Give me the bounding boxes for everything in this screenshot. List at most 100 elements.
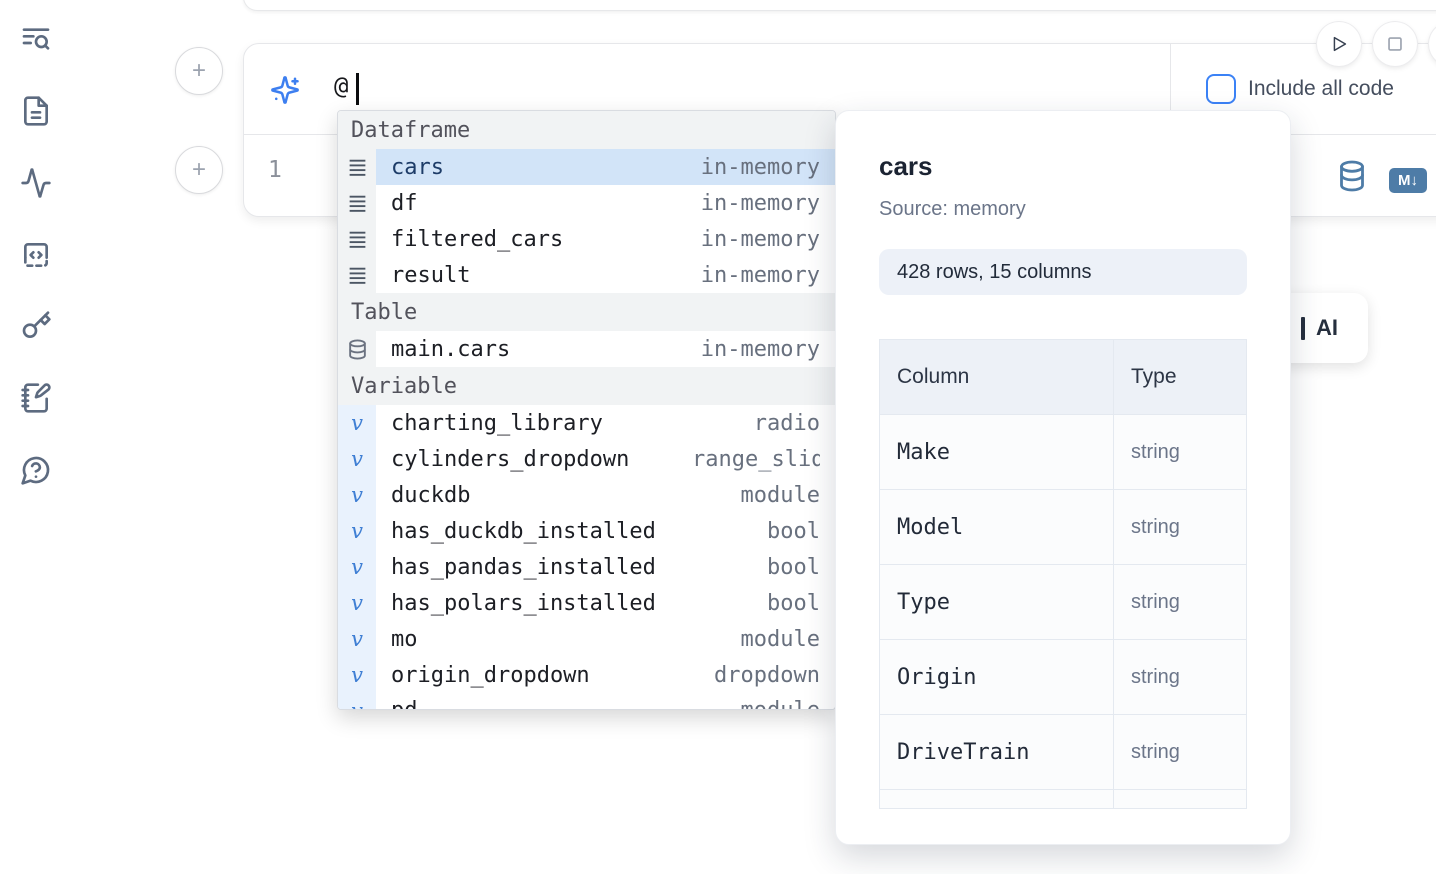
- search-notebook-icon[interactable]: [20, 23, 52, 55]
- cell-text: string: [1131, 516, 1180, 539]
- cell-text: Model: [897, 515, 963, 540]
- completion-name: origin_dropdown: [391, 663, 590, 688]
- clipped-letter: [1301, 317, 1305, 340]
- autocomplete-item-filtered_cars[interactable]: filtered_cars in-memory: [338, 221, 835, 257]
- schema-table-header: Column Type: [880, 340, 1246, 415]
- autocomplete-item-cylinders_dropdown[interactable]: vcylinders_dropdownrange_slider: [338, 441, 835, 477]
- play-icon: [1328, 33, 1350, 55]
- scratchpad-icon[interactable]: [20, 382, 52, 414]
- preview-title: cars: [879, 151, 1247, 182]
- completion-name: has_pandas_installed: [391, 555, 656, 580]
- run-cell-button[interactable]: [1317, 22, 1361, 66]
- sparkles-ai-icon: [270, 75, 300, 105]
- completion-name: charting_library: [391, 411, 603, 436]
- variable-icon: v: [338, 657, 376, 693]
- add-cell-below-button[interactable]: +: [175, 146, 223, 194]
- completion-type: bool: [767, 591, 820, 616]
- autocomplete-section-variable: Variable: [338, 367, 835, 405]
- completion-type: module: [741, 627, 820, 652]
- dataframe-rows-icon: [338, 221, 376, 257]
- autocomplete-item-has_polars_installed[interactable]: v has_polars_installed bool: [338, 585, 835, 621]
- preview-source: Source: memory: [879, 198, 1247, 221]
- variable-icon: v: [338, 405, 376, 441]
- key-icon[interactable]: [20, 310, 52, 342]
- autocomplete-item-pd[interactable]: vpd module: [338, 693, 835, 710]
- variable-icon: v: [338, 585, 376, 621]
- shape-badge: 428 rows, 15 columns: [879, 249, 1247, 295]
- table-row: [880, 790, 1246, 809]
- completion-type: module: [741, 693, 820, 710]
- table-row: Origin string: [880, 640, 1246, 715]
- include-all-code-label: Include all code: [1248, 77, 1394, 101]
- completion-type: module: [741, 483, 820, 508]
- previous-cell-edge: [243, 0, 1436, 11]
- autocomplete-item-cars[interactable]: cars in-memory: [338, 149, 835, 185]
- autocomplete-item-main.cars[interactable]: main.carsin-memory: [338, 331, 835, 367]
- completion-name: cylinders_dropdown: [391, 447, 629, 472]
- completion-name: cars: [391, 155, 444, 180]
- autocomplete-section-table: Table: [338, 293, 835, 331]
- table-row: Make string: [880, 415, 1246, 490]
- dataframe-rows-icon: [338, 257, 376, 293]
- add-cell-above-button[interactable]: +: [175, 47, 223, 95]
- table-row: Model string: [880, 490, 1246, 565]
- completion-name: filtered_cars: [391, 227, 563, 252]
- variable-icon: v: [338, 693, 376, 710]
- completion-name: main.cars: [391, 337, 510, 362]
- autocomplete-section-dataframe: Dataframe: [338, 111, 835, 149]
- autocomplete-item-has_pandas_installed[interactable]: vhas_pandas_installedbool: [338, 549, 835, 585]
- text-cursor: [356, 73, 359, 105]
- ai-prompt-input[interactable]: @: [334, 72, 348, 100]
- dataframe-preview-panel: cars Source: memory 428 rows, 15 columns…: [835, 110, 1291, 845]
- autocomplete-item-df[interactable]: df in-memory: [338, 185, 835, 221]
- markdown-icon[interactable]: M↓: [1389, 168, 1427, 193]
- completion-type: dropdown: [714, 663, 820, 688]
- completion-name: duckdb: [391, 483, 470, 508]
- snippets-code-icon[interactable]: [20, 239, 52, 271]
- completion-name: df: [391, 191, 418, 216]
- autocomplete-list: Dataframecarsin-memorydfin-memoryfiltere…: [338, 111, 835, 710]
- completion-type: in-memory: [701, 155, 820, 180]
- cell-text: Make: [897, 440, 950, 465]
- include-all-code-checkbox[interactable]: [1206, 74, 1236, 104]
- cell-text: Type: [1131, 365, 1177, 389]
- variable-icon: v: [338, 549, 376, 585]
- cell-text: Column: [897, 365, 969, 389]
- autocomplete-item-result[interactable]: result in-memory: [338, 257, 835, 293]
- autocomplete-item-mo[interactable]: vmomodule: [338, 621, 835, 657]
- cell-text: string: [1131, 741, 1180, 764]
- cell-text: string: [1131, 441, 1180, 464]
- cell-text: Origin: [897, 665, 976, 690]
- activity-icon[interactable]: [20, 167, 52, 199]
- completion-type: range_slider: [692, 447, 820, 472]
- schema-table: Column Type Make string Model string Type strin…: [879, 339, 1247, 809]
- completion-name: pd: [391, 693, 418, 710]
- completion-type: in-memory: [701, 227, 820, 252]
- cell-text: string: [1131, 666, 1180, 689]
- document-icon[interactable]: [20, 95, 52, 127]
- completion-name: result: [391, 263, 470, 288]
- completion-type: in-memory: [701, 191, 820, 216]
- stop-button[interactable]: [1373, 22, 1417, 66]
- autocomplete-item-charting_library[interactable]: v charting_library radio: [338, 405, 835, 441]
- dataframe-rows-icon: [338, 185, 376, 221]
- left-sidebar: [0, 0, 72, 874]
- completion-type: radio: [754, 411, 820, 436]
- completion-name: has_polars_installed: [391, 591, 656, 616]
- autocomplete-item-duckdb[interactable]: vduckdbmodule: [338, 477, 835, 513]
- autocomplete-item-has_duckdb_installed[interactable]: v has_duckdb_installed bool: [338, 513, 835, 549]
- stop-icon: [1384, 33, 1406, 55]
- cell-text: Type: [897, 590, 950, 615]
- help-chat-icon[interactable]: [20, 454, 52, 486]
- ai-button-label: AI: [1316, 315, 1338, 341]
- database-icon[interactable]: [1338, 159, 1366, 198]
- completion-type: bool: [767, 519, 820, 544]
- variable-icon: v: [338, 513, 376, 549]
- completion-type: in-memory: [701, 263, 820, 288]
- completion-name: has_duckdb_installed: [391, 519, 656, 544]
- dataframe-rows-icon: [338, 149, 376, 185]
- table-row: DriveTrainstring: [880, 715, 1246, 790]
- completion-name: mo: [391, 627, 418, 652]
- autocomplete-item-origin_dropdown[interactable]: v origin_dropdown dropdown: [338, 657, 835, 693]
- cell-text: string: [1131, 591, 1180, 614]
